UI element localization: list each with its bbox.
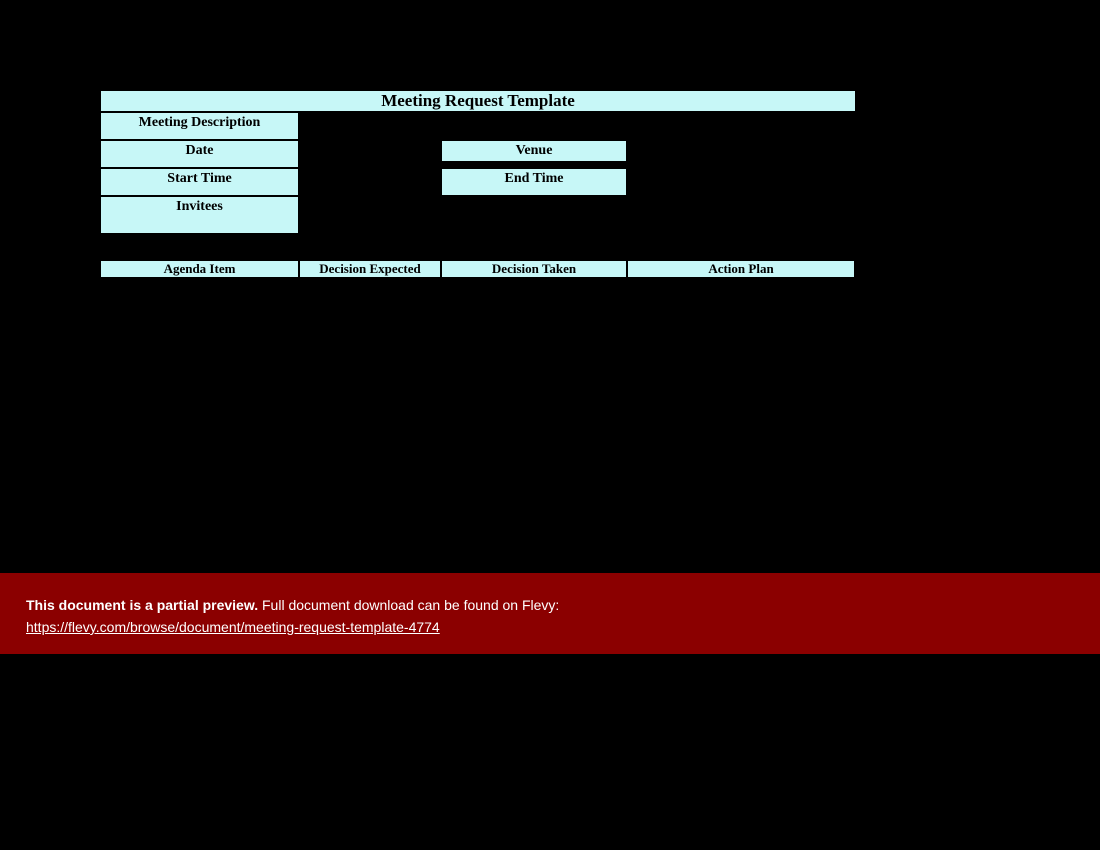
template-title: Meeting Request Template: [100, 90, 856, 112]
label-date: Date: [100, 140, 299, 168]
banner-rest-text: Full document download can be found on F…: [258, 597, 559, 613]
meeting-request-template: Meeting Request Template Meeting Descrip…: [100, 90, 856, 278]
label-end-time: End Time: [441, 168, 627, 196]
label-meeting-description: Meeting Description: [100, 112, 299, 140]
banner-link[interactable]: https://flevy.com/browse/document/meetin…: [26, 619, 440, 635]
spacer: [299, 168, 441, 196]
col-agenda-item: Agenda Item: [100, 260, 299, 278]
label-venue: Venue: [441, 140, 627, 162]
col-decision-taken: Decision Taken: [441, 260, 627, 278]
preview-banner: This document is a partial preview. Full…: [0, 573, 1100, 654]
col-action-plan: Action Plan: [627, 260, 855, 278]
agenda-header-row: Agenda Item Decision Expected Decision T…: [100, 260, 856, 278]
banner-text-line: This document is a partial preview. Full…: [26, 594, 1074, 616]
banner-bold-text: This document is a partial preview.: [26, 597, 258, 613]
col-decision-expected: Decision Expected: [299, 260, 441, 278]
label-start-time: Start Time: [100, 168, 299, 196]
label-invitees: Invitees: [100, 196, 299, 234]
spacer: [299, 140, 441, 168]
